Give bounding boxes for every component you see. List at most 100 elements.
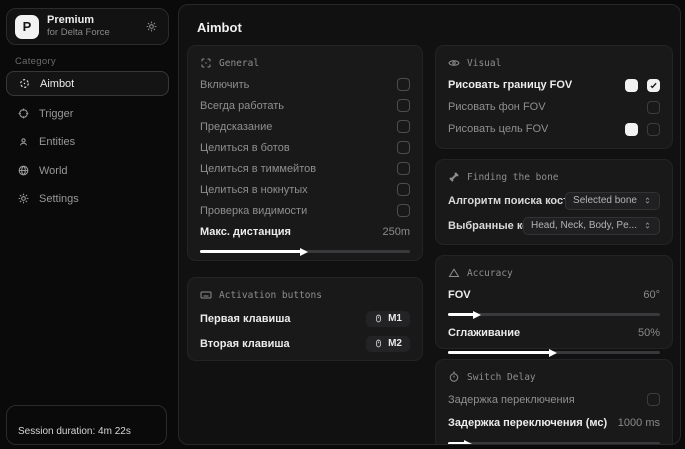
page-title: Aimbot	[197, 20, 242, 35]
checkbox[interactable]	[397, 162, 410, 175]
checkbox[interactable]	[397, 120, 410, 133]
visual-label: Рисовать фон FOV	[448, 101, 546, 113]
scope-icon	[17, 107, 30, 120]
slider-value: 60°	[643, 289, 660, 301]
chevron-up-down-icon	[643, 221, 652, 230]
slider-value: 1000 ms	[618, 417, 660, 429]
switch-delay-card: Switch Delay Задержка переключения Задер…	[435, 359, 673, 445]
activation-card: Activation buttons Первая клавиша M1 Вто…	[187, 277, 423, 361]
slider-thumb[interactable]	[549, 349, 557, 357]
slider-label: Задержка переключения (мс)	[448, 417, 607, 429]
slider-value: 250m	[382, 226, 410, 238]
checkbox[interactable]	[647, 393, 660, 406]
slider-row: FOV 60°	[448, 284, 660, 305]
toggle-label: Задержка переключения	[448, 394, 575, 406]
checkbox[interactable]	[647, 79, 660, 92]
visual-row: Рисовать фон FOV	[448, 96, 660, 118]
checkbox[interactable]	[397, 141, 410, 154]
keybind-row: Первая клавиша M1	[200, 306, 410, 331]
checkbox[interactable]	[397, 99, 410, 112]
gear-icon	[17, 192, 30, 205]
visual-label: Рисовать цель FOV	[448, 123, 548, 135]
visual-label: Рисовать границу FOV	[448, 79, 572, 91]
toggle-label: Целиться в тиммейтов	[200, 163, 316, 175]
toggle-row: Целиться в ботов	[200, 137, 410, 158]
sidebar-item-entities[interactable]: Entities	[6, 129, 169, 154]
switch-delay-header: Switch Delay	[448, 369, 660, 385]
keybind-row: Вторая клавиша M2	[200, 331, 410, 356]
mouse-icon	[374, 338, 383, 349]
brand-logo: P	[15, 15, 39, 39]
toggle-label: Всегда работать	[200, 100, 284, 112]
dropdown-row: Выбранные кости Head, Neck, Body, Pe...	[448, 213, 660, 238]
bone-icon	[448, 171, 460, 183]
dropdown-row: Алгоритм поиска кости Selected bone	[448, 188, 660, 213]
toggle-label: Включить	[200, 79, 249, 91]
keyboard-icon	[200, 289, 212, 301]
slider-thumb[interactable]	[300, 248, 308, 256]
toggle-label: Целиться в ботов	[200, 142, 290, 154]
visual-row: Рисовать цель FOV	[448, 118, 660, 140]
main-panel: Aimbot General Включить Всегда работать …	[178, 4, 681, 445]
checkbox[interactable]	[397, 183, 410, 196]
chevron-up-down-icon	[643, 196, 652, 205]
sidebar-item-label: World	[39, 165, 68, 177]
smoothing-slider[interactable]	[448, 351, 660, 354]
toggle-row: Проверка видимости	[200, 200, 410, 221]
scan-icon	[200, 57, 212, 69]
bone-card: Finding the bone Алгоритм поиска кости S…	[435, 159, 673, 245]
eye-icon	[448, 57, 460, 69]
checkbox[interactable]	[397, 78, 410, 91]
color-swatch[interactable]	[625, 79, 638, 92]
checkbox[interactable]	[647, 123, 660, 136]
slider-label: FOV	[448, 289, 471, 301]
accuracy-header: Accuracy	[448, 265, 660, 281]
session-duration: Session duration: 4m 22s	[18, 426, 131, 437]
slider-label: Макс. дистанция	[200, 226, 291, 238]
toggle-row: Целиться в нокнутых	[200, 179, 410, 200]
sidebar-item-world[interactable]: World	[6, 158, 169, 183]
fov-slider[interactable]	[448, 313, 660, 316]
color-swatch[interactable]	[625, 123, 638, 136]
brand-title: Premium	[47, 14, 145, 27]
triangle-icon	[448, 267, 460, 279]
person-scan-icon	[17, 135, 30, 148]
dropdown-label: Выбранные кости	[448, 220, 523, 232]
visual-row: Рисовать границу FOV	[448, 74, 660, 96]
max-distance-slider[interactable]	[200, 250, 410, 253]
crosshair-icon	[18, 77, 31, 90]
toggle-label: Предсказание	[200, 121, 272, 133]
sidebar-item-label: Settings	[39, 193, 79, 205]
keybind-button[interactable]: M2	[366, 336, 410, 352]
switch-delay-slider[interactable]	[448, 442, 660, 445]
slider-value: 50%	[638, 327, 660, 339]
visual-card: Visual Рисовать границу FOV Рисовать фон…	[435, 45, 673, 149]
toggle-row: Задержка переключения	[448, 388, 660, 411]
sidebar: P Premium for Delta Force Category Aimbo…	[0, 0, 174, 449]
sidebar-item-settings[interactable]: Settings	[6, 186, 169, 211]
keybind-button[interactable]: M1	[366, 311, 410, 327]
sidebar-item-trigger[interactable]: Trigger	[6, 101, 169, 126]
sidebar-item-label: Trigger	[39, 108, 73, 120]
globe-icon	[17, 164, 30, 177]
toggle-label: Проверка видимости	[200, 205, 307, 217]
keybind-label: Вторая клавиша	[200, 338, 290, 350]
category-label: Category	[15, 56, 56, 67]
timer-icon	[448, 371, 460, 383]
selected-bones-select[interactable]: Head, Neck, Body, Pe...	[523, 217, 660, 235]
slider-thumb[interactable]	[464, 440, 472, 446]
toggle-row: Целиться в тиммейтов	[200, 158, 410, 179]
slider-thumb[interactable]	[473, 311, 481, 319]
activation-header: Activation buttons	[200, 287, 410, 303]
slider-row: Задержка переключения (мс) 1000 ms	[448, 411, 660, 434]
brand-subtitle: for Delta Force	[47, 27, 145, 39]
brand-card: P Premium for Delta Force	[6, 8, 169, 45]
toggle-row: Всегда работать	[200, 95, 410, 116]
checkbox[interactable]	[647, 101, 660, 114]
gear-icon[interactable]	[145, 20, 158, 33]
checkbox[interactable]	[397, 204, 410, 217]
sidebar-item-aimbot[interactable]: Aimbot	[6, 71, 169, 96]
mouse-icon	[374, 313, 383, 324]
bone-algorithm-select[interactable]: Selected bone	[565, 192, 660, 210]
general-header: General	[200, 55, 410, 71]
